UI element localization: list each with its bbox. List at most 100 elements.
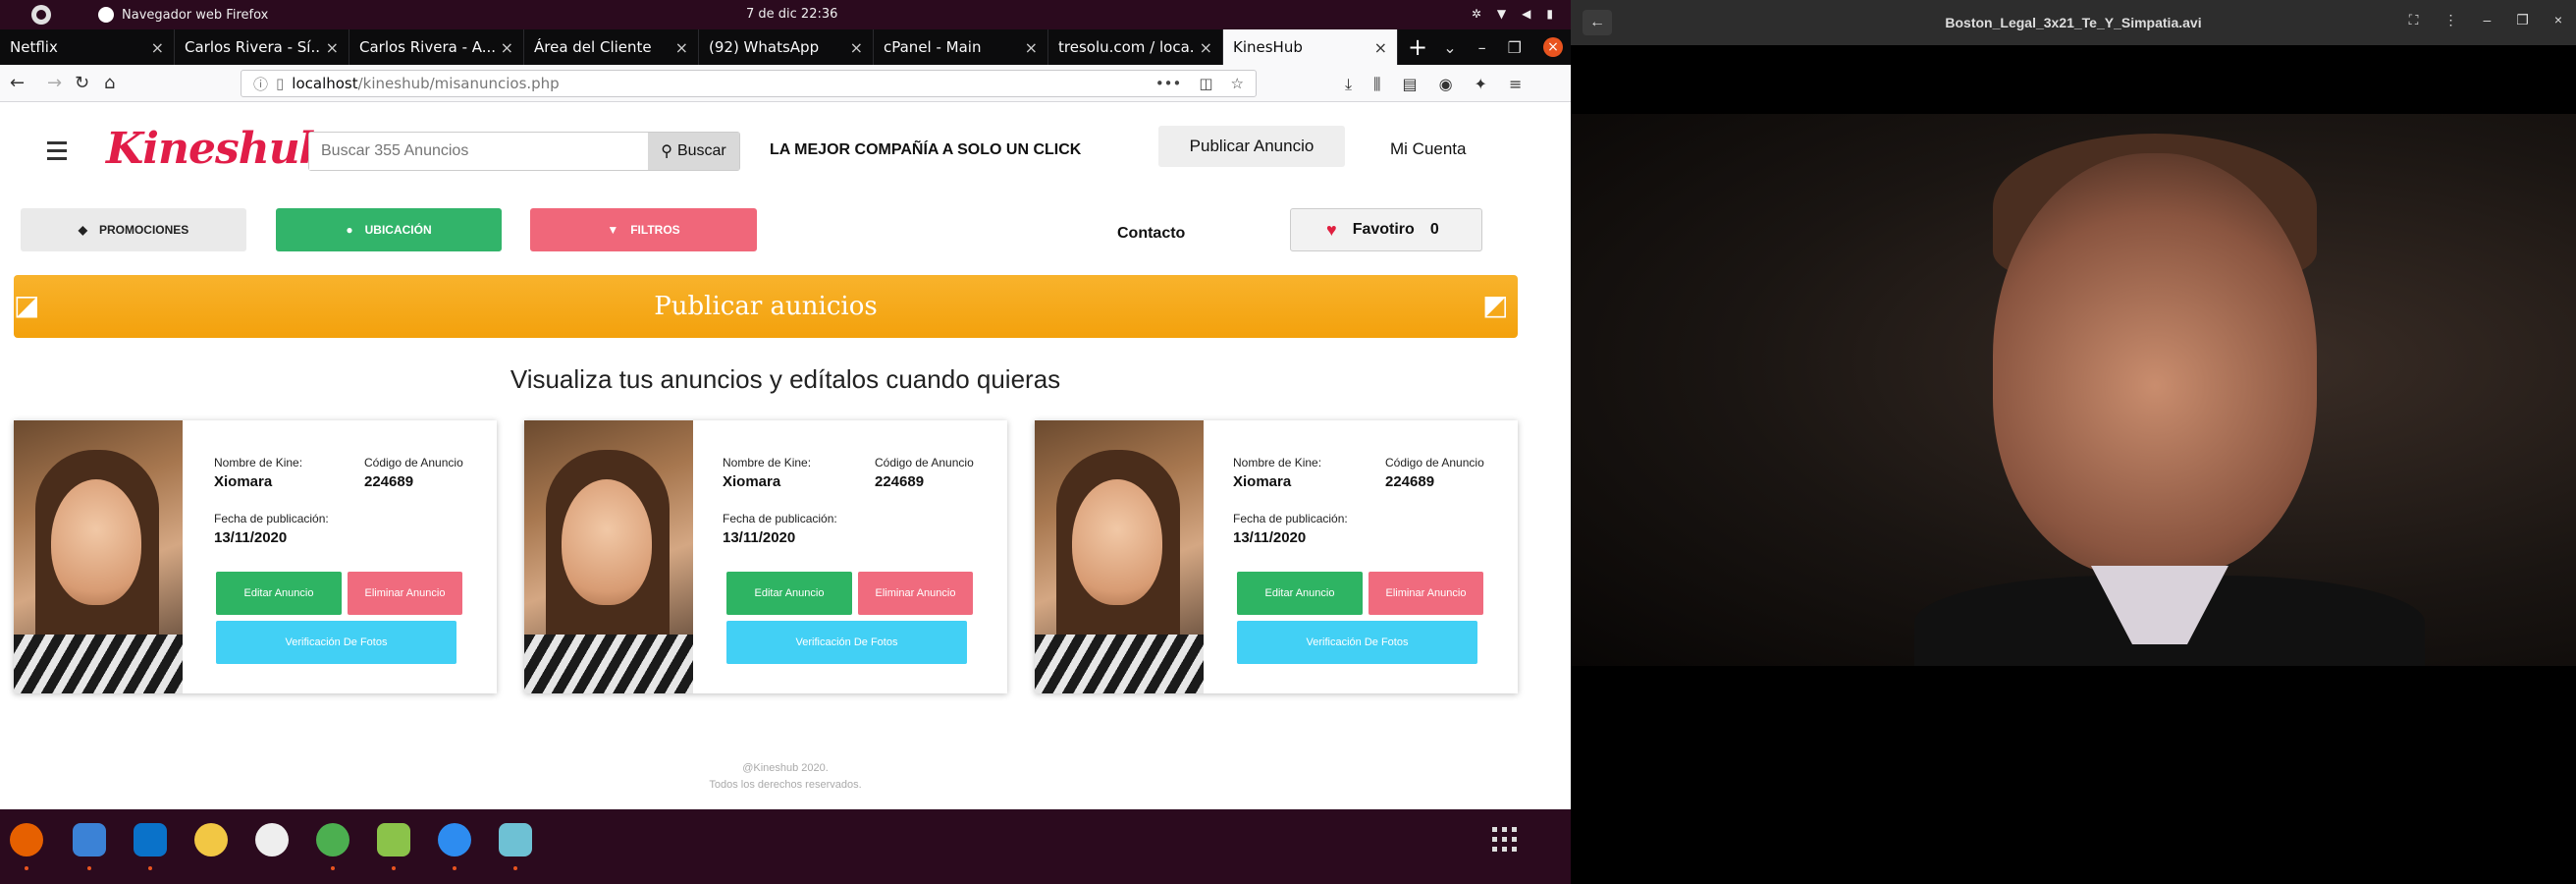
close-tab-icon[interactable]: × — [1200, 38, 1212, 57]
reload-icon[interactable]: ↻ — [75, 73, 89, 93]
menu-icon[interactable]: ≡ — [1509, 75, 1522, 94]
edit-ad-button[interactable]: Editar Anuncio — [216, 572, 342, 615]
tab-label: (92) WhatsApp — [709, 38, 820, 56]
maximize-icon[interactable]: ❐ — [2516, 12, 2529, 28]
system-top-bar: Navegador web Firefox 7 de dic 22:36 ✲ ▼… — [0, 0, 1571, 29]
tab-whatsapp[interactable]: (92) WhatsApp × — [699, 29, 874, 65]
wifi-icon[interactable]: ▼ — [1497, 7, 1506, 21]
ad-card: Nombre de Kine: Xiomara Código de Anunci… — [1035, 420, 1518, 693]
app-menu[interactable]: Navegador web Firefox — [98, 7, 268, 23]
code-label: Código de Anuncio — [875, 456, 974, 470]
firefox-dock-icon[interactable] — [10, 823, 43, 870]
name-label: Nombre de Kine: — [214, 456, 303, 470]
page-actions-icon[interactable]: ••• — [1155, 75, 1182, 92]
extension-icon[interactable]: ◉ — [1439, 75, 1453, 94]
video-frame[interactable] — [1571, 114, 2576, 666]
tab-kineshub[interactable]: KinesHub × — [1223, 29, 1398, 65]
delete-ad-button[interactable]: Eliminar Anuncio — [858, 572, 973, 615]
download-icon[interactable]: ⤓ — [1345, 75, 1352, 94]
tab-youtube-1[interactable]: Carlos Rivera - Sí... × — [175, 29, 349, 65]
url-path: /kineshub/misanuncios.php — [357, 75, 560, 92]
search-button[interactable]: ⚲ Buscar — [648, 133, 739, 170]
volume-icon[interactable]: ◀ — [1522, 7, 1530, 21]
close-tab-icon[interactable]: × — [326, 38, 339, 57]
my-account-link[interactable]: Mi Cuenta — [1390, 139, 1466, 159]
promotions-button[interactable]: ◆ PROMOCIONES — [21, 208, 246, 251]
tab-list-icon[interactable]: ⌄ — [1443, 38, 1456, 57]
qbittorrent-dock-icon[interactable] — [438, 823, 471, 870]
tab-youtube-2[interactable]: Carlos Rivera - A... × — [349, 29, 524, 65]
text-editor-dock-icon[interactable] — [377, 823, 410, 870]
close-tab-icon[interactable]: × — [1374, 38, 1387, 57]
back-icon[interactable]: ← — [10, 73, 25, 93]
fullscreen-icon[interactable]: ⛶ — [2409, 12, 2419, 28]
close-tab-icon[interactable]: × — [151, 38, 164, 57]
tor-icon[interactable]: ✦ — [1475, 75, 1487, 94]
dock — [0, 809, 1571, 884]
contact-link[interactable]: Contacto — [1117, 225, 1185, 243]
files-dock-icon[interactable] — [73, 823, 106, 870]
close-icon[interactable]: × — [2554, 12, 2562, 28]
video-player-dock-icon[interactable] — [499, 823, 532, 870]
hamburger-menu-icon[interactable] — [47, 141, 67, 165]
location-button[interactable]: ● UBICACIÓN — [276, 208, 502, 251]
sidebar-icon[interactable]: ▤ — [1402, 75, 1417, 94]
close-window-icon[interactable]: × — [1543, 37, 1563, 57]
page-icon: ▯ — [276, 75, 285, 92]
pocket-icon[interactable]: ◫ — [1199, 75, 1212, 92]
menu-dots-icon[interactable]: ⋮ — [2443, 12, 2457, 28]
clock[interactable]: 7 de dic 22:36 — [746, 7, 837, 22]
bookmark-star-icon[interactable]: ☆ — [1231, 75, 1244, 92]
vscode-dock-icon[interactable] — [134, 823, 167, 870]
show-applications-icon[interactable] — [1492, 827, 1518, 853]
favorites-button[interactable]: ♥ Favotiro 0 — [1290, 208, 1482, 251]
ad-card: Nombre de Kine: Xiomara Código de Anunci… — [524, 420, 1007, 693]
date-value: 13/11/2020 — [214, 529, 288, 546]
edit-ad-button[interactable]: Editar Anuncio — [1237, 572, 1363, 615]
filters-button[interactable]: ▼ FILTROS — [530, 208, 757, 251]
tab-label: tresolu.com / loca... — [1058, 38, 1194, 56]
github-dock-icon[interactable] — [255, 823, 289, 856]
close-tab-icon[interactable]: × — [675, 38, 688, 57]
footer-copyright: @Kineshub 2020. — [742, 762, 829, 774]
delete-ad-button[interactable]: Eliminar Anuncio — [1368, 572, 1483, 615]
close-tab-icon[interactable]: × — [501, 38, 513, 57]
minimize-icon[interactable]: – — [2483, 12, 2491, 28]
search-form: ⚲Buscar — [308, 132, 740, 171]
accessibility-icon[interactable]: ✲ — [1472, 7, 1481, 21]
url-bar[interactable]: ⓘ ▯ localhost/kineshub/misanuncios.php •… — [241, 70, 1257, 97]
settings-dock-icon[interactable] — [194, 823, 228, 856]
search-input[interactable] — [309, 133, 648, 170]
ticket-icon: ◩ — [1482, 289, 1509, 321]
verify-photos-button[interactable]: Verificación De Fotos — [216, 621, 456, 664]
verify-photos-button[interactable]: Verificación De Fotos — [726, 621, 967, 664]
page-subtitle: Visualiza tus anuncios y edítalos cuando… — [510, 364, 1061, 394]
system-tray[interactable]: ✲ ▼ ◀ ▮ — [1472, 7, 1553, 21]
maximize-icon[interactable]: ❐ — [1508, 38, 1522, 57]
delete-ad-button[interactable]: Eliminar Anuncio — [348, 572, 462, 615]
footer-rights: Todos los derechos reservados. — [709, 779, 862, 791]
minimize-icon[interactable]: – — [1478, 38, 1486, 57]
battery-icon[interactable]: ▮ — [1546, 7, 1553, 21]
home-icon[interactable]: ⌂ — [104, 73, 115, 93]
activities-button[interactable] — [31, 5, 51, 25]
tab-area-cliente[interactable]: Área del Cliente × — [524, 29, 699, 65]
verify-photos-button[interactable]: Verificación De Fotos — [1237, 621, 1477, 664]
favorites-count: 0 — [1429, 221, 1439, 238]
library-icon[interactable]: ⫼ — [1373, 75, 1380, 94]
close-tab-icon[interactable]: × — [850, 38, 863, 57]
new-tab-button[interactable]: + — [1398, 29, 1437, 65]
tab-cpanel[interactable]: cPanel - Main × — [874, 29, 1048, 65]
ad-photo — [1035, 420, 1204, 693]
chrome-dock-icon[interactable] — [316, 823, 349, 870]
name-label: Nombre de Kine: — [1233, 456, 1322, 470]
tagline: LA MEJOR COMPAÑÍA A SOLO UN CLICK — [770, 141, 1082, 158]
close-tab-icon[interactable]: × — [1025, 38, 1038, 57]
info-icon[interactable]: ⓘ — [253, 74, 268, 94]
edit-ad-button[interactable]: Editar Anuncio — [726, 572, 852, 615]
tab-tresolu[interactable]: tresolu.com / loca... × — [1048, 29, 1223, 65]
forward-icon[interactable]: → — [47, 73, 62, 93]
name-value: Xiomara — [214, 473, 273, 490]
tab-netflix[interactable]: Netflix × — [0, 29, 175, 65]
publish-ad-button[interactable]: Publicar Anuncio — [1158, 126, 1345, 167]
